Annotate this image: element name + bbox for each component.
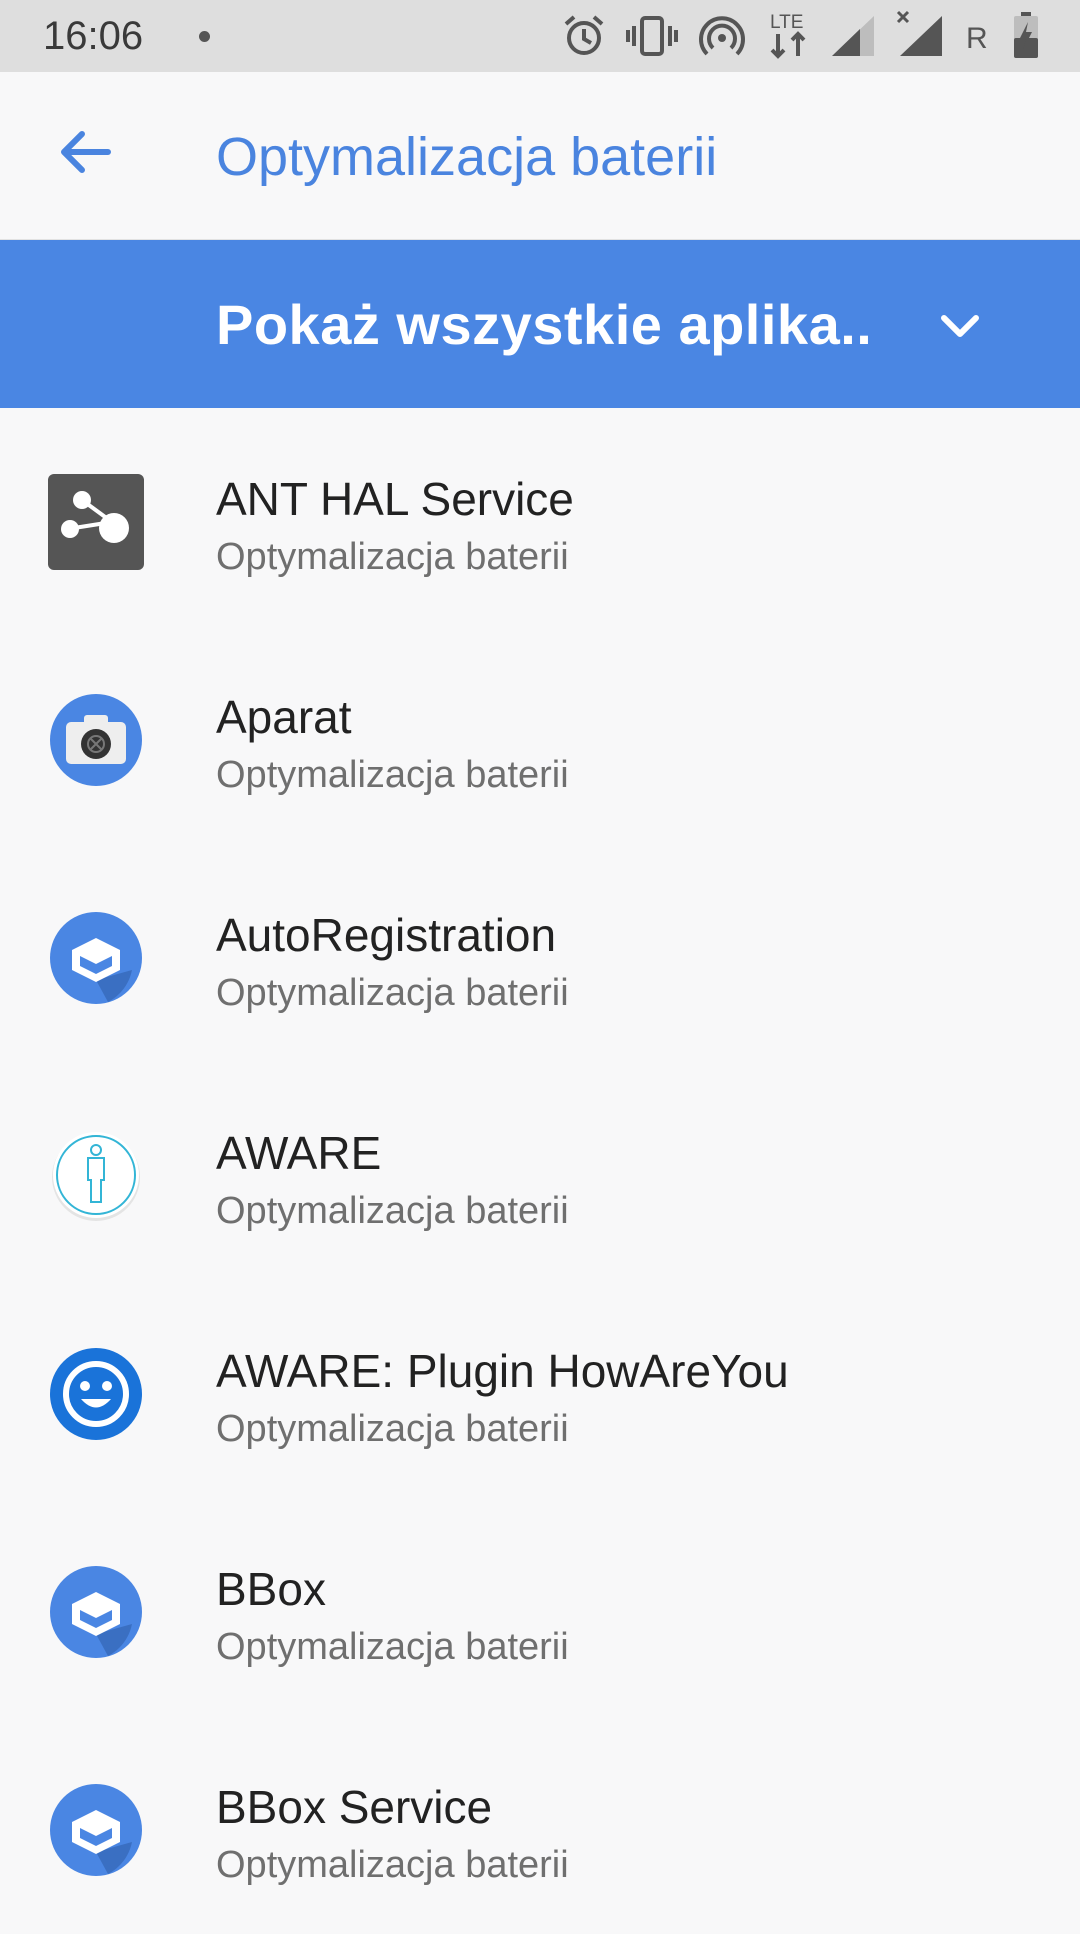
battery-charging-icon bbox=[1012, 10, 1040, 60]
back-button[interactable] bbox=[44, 112, 124, 192]
app-name: AWARE: Plugin HowAreYou bbox=[216, 1345, 789, 1397]
aware-person-icon bbox=[48, 1128, 144, 1224]
app-status: Optymalizacja baterii bbox=[216, 536, 569, 578]
app-bar: Optymalizacja baterii bbox=[0, 72, 1080, 240]
signal-no-data-icon bbox=[896, 10, 946, 60]
list-item[interactable]: Aparat Optymalizacja baterii bbox=[0, 626, 1080, 844]
app-status: Optymalizacja baterii bbox=[216, 1190, 569, 1232]
chevron-down-icon[interactable] bbox=[930, 296, 990, 356]
android-box-icon bbox=[48, 910, 144, 1006]
app-status: Optymalizacja baterii bbox=[216, 1844, 569, 1886]
lte-label: LTE bbox=[770, 12, 803, 33]
filter-dropdown[interactable]: Pokaż wszystkie aplika.. bbox=[0, 240, 1080, 408]
filter-selected-label: Pokaż wszystkie aplika.. bbox=[216, 293, 873, 356]
list-item[interactable]: ANT HAL Service Optymalizacja baterii bbox=[0, 408, 1080, 626]
list-item[interactable]: AutoRegistration Optymalizacja baterii bbox=[0, 844, 1080, 1062]
app-name: AutoRegistration bbox=[216, 909, 557, 961]
page-title: Optymalizacja baterii bbox=[216, 127, 718, 187]
roaming-indicator: R bbox=[966, 22, 988, 55]
app-name: ANT HAL Service bbox=[216, 473, 574, 525]
app-status: Optymalizacja baterii bbox=[216, 972, 569, 1014]
status-time: 16:06 bbox=[43, 14, 144, 58]
app-status: Optymalizacja baterii bbox=[216, 1408, 569, 1450]
app-status: Optymalizacja baterii bbox=[216, 1626, 569, 1668]
arrow-back-icon bbox=[61, 131, 111, 173]
list-item[interactable]: AWARE: Plugin HowAreYou Optymalizacja ba… bbox=[0, 1280, 1080, 1498]
signal-icon bbox=[830, 12, 878, 60]
app-status: Optymalizacja baterii bbox=[216, 754, 569, 796]
camera-icon bbox=[48, 692, 144, 788]
app-name: BBox bbox=[216, 1563, 326, 1615]
smiley-icon bbox=[48, 1346, 144, 1442]
status-bar: 16:06 LTE R bbox=[0, 0, 1080, 72]
notification-dot-icon bbox=[199, 31, 210, 42]
app-name: Aparat bbox=[216, 691, 352, 743]
lte-data-icon: LTE bbox=[766, 8, 814, 64]
vibrate-icon bbox=[626, 12, 678, 60]
app-name: BBox Service bbox=[216, 1781, 493, 1833]
app-name: AWARE bbox=[216, 1127, 382, 1179]
list-item[interactable]: BBox Optymalizacja baterii bbox=[0, 1498, 1080, 1716]
list-item[interactable]: BBox Service Optymalizacja baterii bbox=[0, 1716, 1080, 1934]
android-box-icon bbox=[48, 1564, 144, 1660]
list-item[interactable]: AWARE Optymalizacja baterii bbox=[0, 1062, 1080, 1280]
android-box-icon bbox=[48, 1782, 144, 1878]
ant-hal-icon bbox=[48, 474, 144, 570]
alarm-icon bbox=[562, 12, 606, 60]
hotspot-icon bbox=[698, 12, 746, 60]
